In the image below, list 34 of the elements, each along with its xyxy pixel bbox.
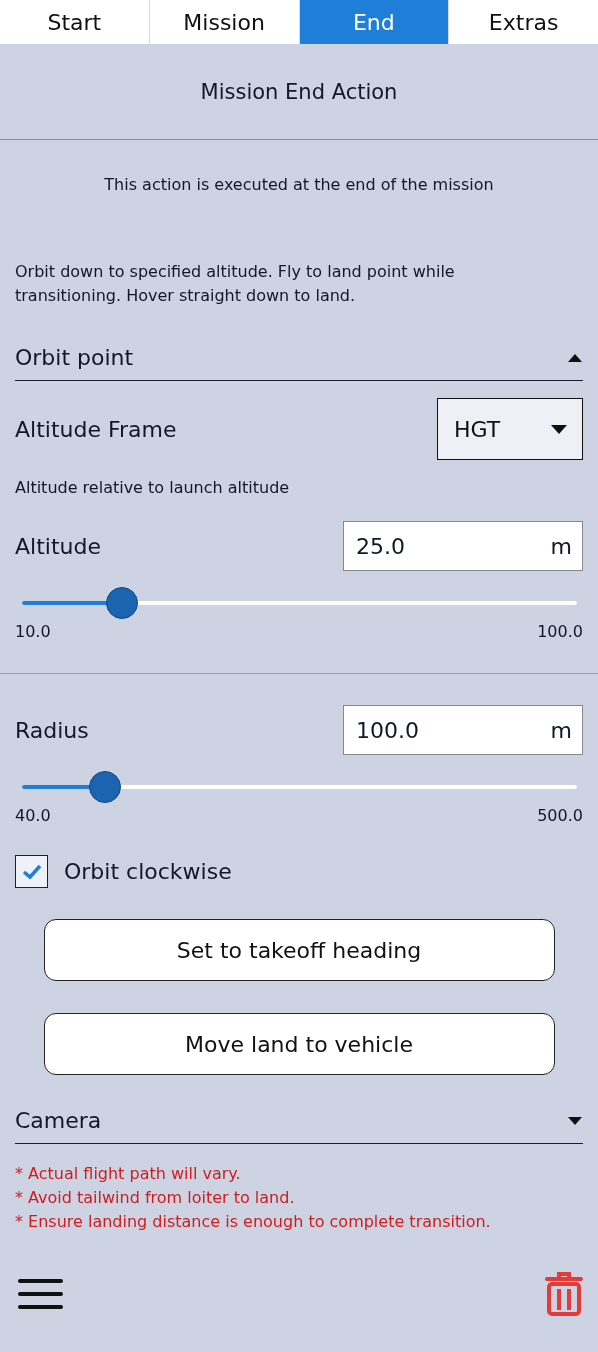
- hint-text: Altitude relative to launch altitude: [15, 478, 291, 497]
- action-button[interactable]: Move land to vehicle: [43, 1013, 555, 1075]
- warning-note: * Avoid tailwind from loiter to land.: [15, 1187, 296, 1209]
- max-label: 500.0: [537, 806, 583, 825]
- warning-note: * Actual flight path will vary.: [15, 1163, 242, 1185]
- min-label: 10.0: [15, 622, 51, 641]
- section-header[interactable]: Camera: [15, 1108, 102, 1133]
- trash-icon[interactable]: [545, 1272, 583, 1316]
- checkbox-label[interactable]: Orbit clockwise: [64, 859, 232, 884]
- tab[interactable]: End: [298, 0, 449, 44]
- dropdown-caret-icon: [551, 424, 567, 434]
- check-icon: [21, 863, 42, 880]
- expand-caret-icon: [567, 1116, 583, 1126]
- field-label: Altitude Frame: [15, 416, 177, 442]
- collapse-caret-icon: [567, 353, 583, 363]
- action-button[interactable]: Set to takeoff heading: [43, 919, 555, 981]
- slider-handle[interactable]: [105, 587, 138, 619]
- subtitle: This action is executed at the end of the mission: [103, 175, 495, 194]
- description: Orbit down to specified altitude. Fly to land point while transitioning. Hover straight down to land.: [15, 261, 456, 307]
- panel-title: Mission End Action: [0, 44, 598, 140]
- slider[interactable]: [22, 587, 577, 619]
- field-label: Radius: [15, 717, 89, 743]
- field-label: Altitude: [15, 533, 101, 559]
- input-field[interactable]: 100.0 m: [343, 705, 583, 755]
- menu-icon[interactable]: [18, 1278, 63, 1310]
- checkbox[interactable]: [15, 855, 48, 888]
- slider[interactable]: [22, 771, 577, 803]
- dropdown[interactable]: HGT: [437, 398, 583, 460]
- min-label: 40.0: [15, 806, 51, 825]
- max-label: 100.0: [537, 622, 583, 641]
- warning-note: * Ensure landing distance is enough to complete transition.: [15, 1211, 492, 1233]
- slider-handle[interactable]: [89, 771, 122, 803]
- section-header[interactable]: Orbit point: [15, 345, 134, 370]
- input-field[interactable]: 25.0 m: [343, 521, 583, 571]
